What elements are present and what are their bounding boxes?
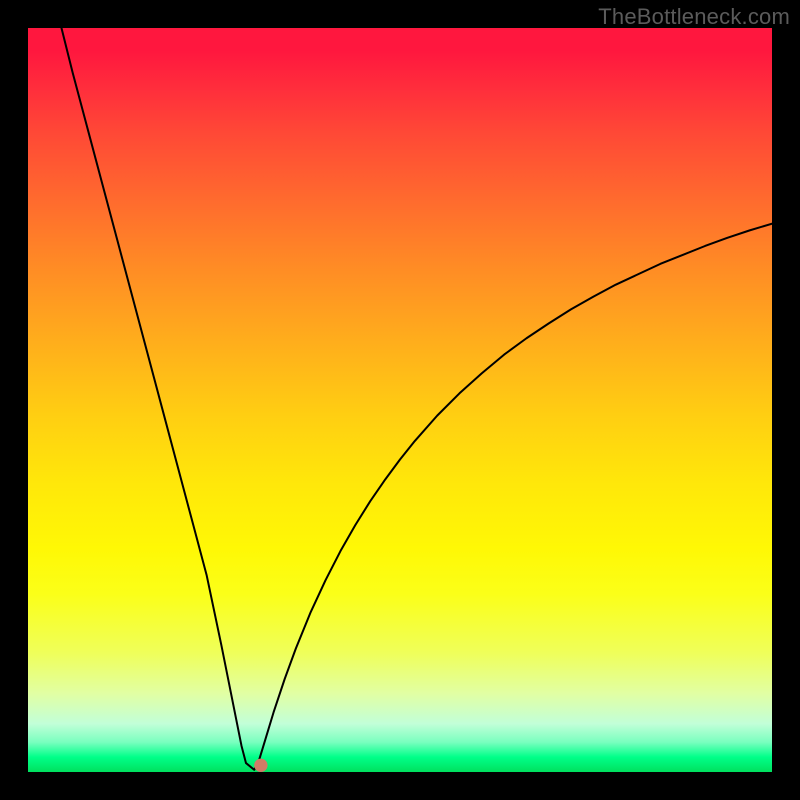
plot-area — [28, 28, 772, 772]
chart-frame: TheBottleneck.com — [0, 0, 800, 800]
bottleneck-curve — [61, 28, 772, 770]
optimum-marker — [254, 759, 267, 772]
watermark-text: TheBottleneck.com — [598, 4, 790, 30]
curve-layer — [28, 28, 772, 772]
